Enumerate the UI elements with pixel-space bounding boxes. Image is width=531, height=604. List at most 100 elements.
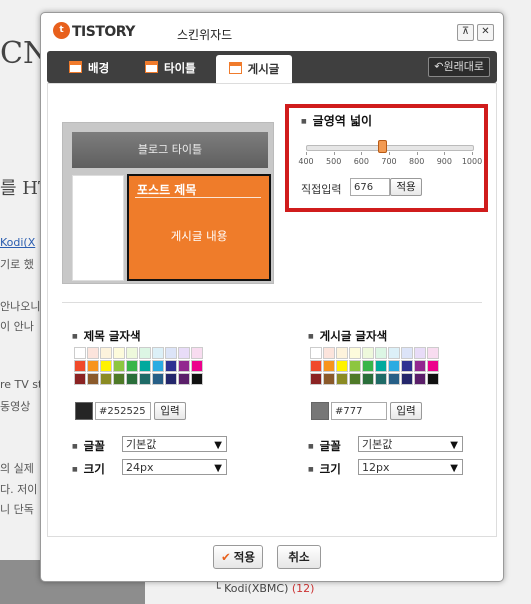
skin-wizard-dialog: t TISTORY 스킨위자드 ⊼ ✕ 배경 타이틀 게시글 ↶원래대로 블로그… xyxy=(40,12,504,582)
color-swatch[interactable] xyxy=(427,360,439,372)
cancel-button[interactable]: 취소 xyxy=(277,545,321,569)
color-swatch[interactable] xyxy=(401,373,413,385)
color-swatch[interactable] xyxy=(100,360,112,372)
color-swatch[interactable] xyxy=(152,373,164,385)
color-swatch[interactable] xyxy=(414,373,426,385)
color-swatch[interactable] xyxy=(165,347,177,359)
post-font-select[interactable]: 기본값 ▼ xyxy=(358,436,463,452)
color-swatch[interactable] xyxy=(139,373,151,385)
color-swatch[interactable] xyxy=(401,360,413,372)
color-swatch[interactable] xyxy=(388,360,400,372)
color-swatch[interactable] xyxy=(362,347,374,359)
color-swatch[interactable] xyxy=(310,360,322,372)
width-direct-input[interactable] xyxy=(350,178,390,196)
color-swatch[interactable] xyxy=(74,360,86,372)
color-swatch[interactable] xyxy=(139,347,151,359)
color-swatch[interactable] xyxy=(178,373,190,385)
background-tab-icon xyxy=(69,61,82,73)
color-swatch[interactable] xyxy=(126,347,138,359)
width-slider-track[interactable] xyxy=(306,145,474,151)
color-swatch[interactable] xyxy=(191,360,203,372)
width-apply-button[interactable]: 적용 xyxy=(390,178,422,196)
color-swatch[interactable] xyxy=(414,360,426,372)
color-swatch[interactable] xyxy=(414,347,426,359)
color-swatch[interactable] xyxy=(139,360,151,372)
tab-label: 배경 xyxy=(88,61,110,75)
color-swatch[interactable] xyxy=(323,373,335,385)
color-swatch[interactable] xyxy=(87,360,99,372)
color-swatch[interactable] xyxy=(349,373,361,385)
color-swatch[interactable] xyxy=(100,347,112,359)
chevron-down-icon: ▼ xyxy=(450,440,458,451)
title-size-select[interactable]: 24px ▼ xyxy=(122,459,227,475)
tab-background[interactable]: 배경 xyxy=(69,56,109,81)
apply-button[interactable]: ✔ 적용 xyxy=(213,545,263,569)
chevron-down-icon: ▼ xyxy=(214,440,222,451)
color-swatch[interactable] xyxy=(310,373,322,385)
chevron-down-icon: ▼ xyxy=(214,463,222,474)
color-swatch[interactable] xyxy=(336,347,348,359)
color-swatch[interactable] xyxy=(336,373,348,385)
color-swatch[interactable] xyxy=(362,360,374,372)
color-swatch[interactable] xyxy=(427,347,439,359)
color-swatch[interactable] xyxy=(165,373,177,385)
color-swatch[interactable] xyxy=(401,347,413,359)
dialog-titlebar[interactable]: t TISTORY 스킨위자드 ⊼ ✕ xyxy=(41,13,503,49)
color-swatch[interactable] xyxy=(349,360,361,372)
color-swatch[interactable] xyxy=(87,373,99,385)
color-swatch[interactable] xyxy=(178,360,190,372)
width-slider-handle[interactable] xyxy=(378,140,388,153)
color-swatch[interactable] xyxy=(362,373,374,385)
post-size-select[interactable]: 12px ▼ xyxy=(358,459,463,475)
select-value: 기본값 xyxy=(362,438,393,451)
color-swatch[interactable] xyxy=(165,360,177,372)
background-text-line: 기로 했 xyxy=(0,258,34,271)
select-value: 24px xyxy=(126,461,154,474)
color-swatch[interactable] xyxy=(113,360,125,372)
tab-title[interactable]: 타이틀 xyxy=(145,56,196,81)
color-swatch[interactable] xyxy=(113,373,125,385)
color-swatch[interactable] xyxy=(113,347,125,359)
color-swatch[interactable] xyxy=(388,347,400,359)
color-swatch[interactable] xyxy=(152,360,164,372)
color-swatch[interactable] xyxy=(375,360,387,372)
close-icon[interactable]: ✕ xyxy=(477,24,494,41)
tistory-logo: TISTORY xyxy=(72,24,135,40)
color-swatch[interactable] xyxy=(349,347,361,359)
color-swatch[interactable] xyxy=(388,373,400,385)
preview-post-area: 포스트 제목 게시글 내용 xyxy=(127,174,271,281)
color-swatch[interactable] xyxy=(74,373,86,385)
post-tab-icon xyxy=(228,62,242,74)
color-swatch[interactable] xyxy=(126,373,138,385)
color-swatch[interactable] xyxy=(375,347,387,359)
color-swatch[interactable] xyxy=(74,347,86,359)
background-text-line: re TV st xyxy=(0,378,43,391)
layout-preview: 블로그 타이틀 포스트 제목 게시글 내용 xyxy=(62,122,274,284)
color-swatch[interactable] xyxy=(427,373,439,385)
background-text-line: 동영상 xyxy=(0,400,31,413)
category-link-kodi[interactable]: └ Kodi(XBMC) (12) xyxy=(214,582,314,595)
color-swatch[interactable] xyxy=(100,373,112,385)
background-text-line: 이 안나 xyxy=(0,320,34,333)
post-color-input-button[interactable]: 입력 xyxy=(390,402,422,420)
color-swatch[interactable] xyxy=(152,347,164,359)
color-swatch[interactable] xyxy=(191,373,203,385)
color-swatch[interactable] xyxy=(323,360,335,372)
revert-button[interactable]: ↶원래대로 xyxy=(428,57,490,77)
color-swatch[interactable] xyxy=(178,347,190,359)
background-text-line[interactable]: Kodi(X xyxy=(0,236,44,249)
title-color-input-button[interactable]: 입력 xyxy=(154,402,186,420)
color-swatch[interactable] xyxy=(323,347,335,359)
color-swatch[interactable] xyxy=(336,360,348,372)
revert-label: 원래대로 xyxy=(443,60,484,73)
color-swatch[interactable] xyxy=(191,347,203,359)
color-swatch[interactable] xyxy=(310,347,322,359)
title-color-input[interactable] xyxy=(95,402,151,420)
post-color-input[interactable] xyxy=(331,402,387,420)
title-font-select[interactable]: 기본값 ▼ xyxy=(122,436,227,452)
color-swatch[interactable] xyxy=(126,360,138,372)
color-swatch[interactable] xyxy=(375,373,387,385)
tab-post[interactable]: 게시글 xyxy=(216,55,292,83)
color-swatch[interactable] xyxy=(87,347,99,359)
pin-icon[interactable]: ⊼ xyxy=(457,24,474,41)
